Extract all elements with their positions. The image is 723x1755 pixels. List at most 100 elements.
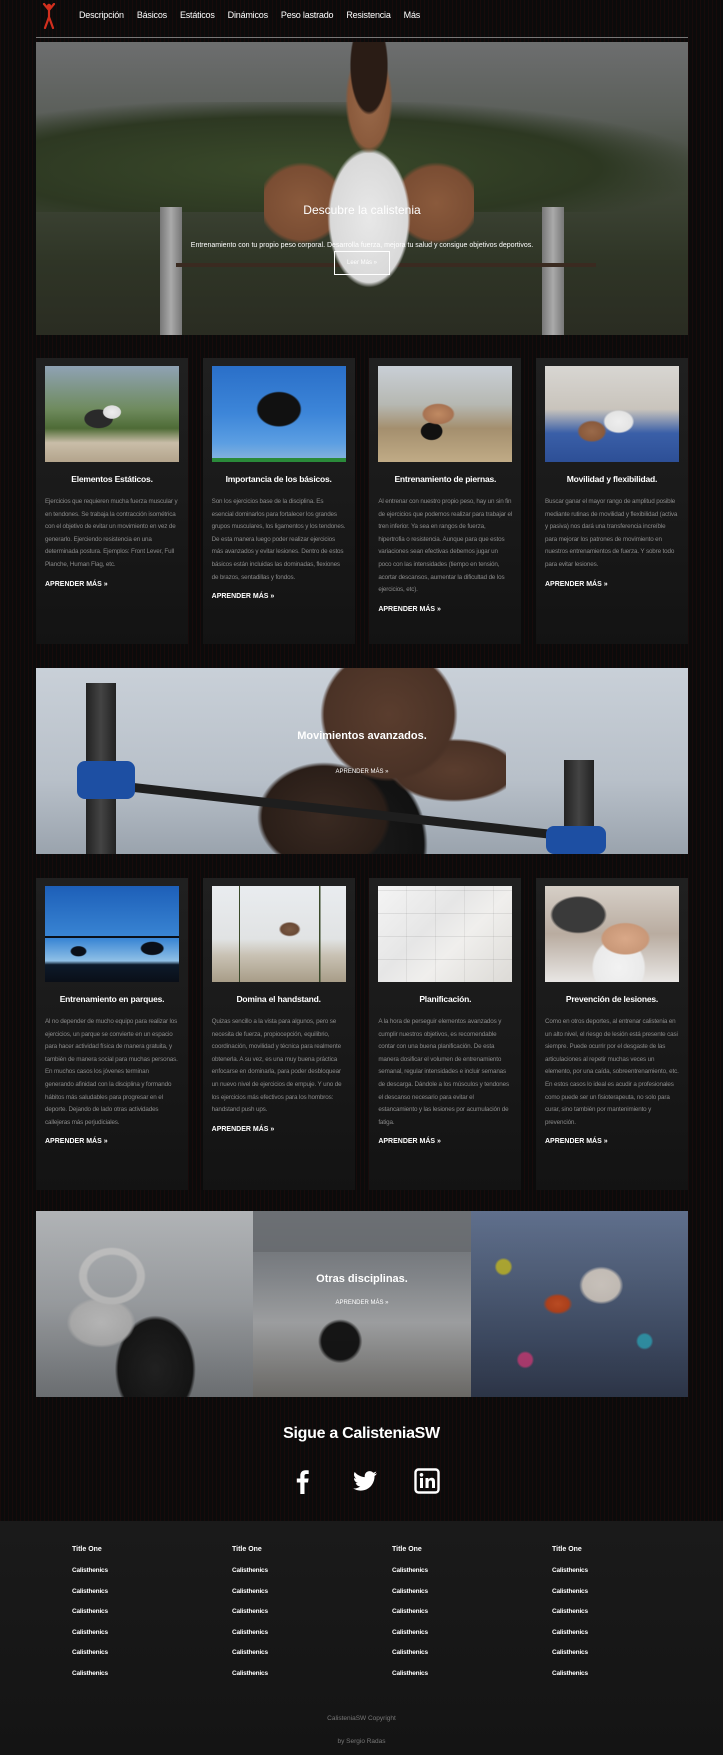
card-movilidad-flexibilidad: Movilidad y flexibilidad. Buscar ganar e…: [535, 358, 688, 644]
card-entrenamiento-piernas: Entrenamiento de piernas. Al entrenar co…: [369, 358, 522, 644]
footer-link[interactable]: Calisthenics: [552, 1670, 712, 1691]
hero-banner: Descubre la calistenia Entrenamiento con…: [36, 42, 688, 335]
card-text: Ejercicios que requieren mucha fuerza mu…: [45, 498, 178, 568]
footer: Title One Calisthenics Calisthenics Cali…: [0, 1521, 723, 1755]
other-disciplines-banner: Otras disciplinas. APRENDER MÁS »: [36, 1211, 688, 1397]
nav-item-peso-lastrado[interactable]: Peso lastrado: [281, 10, 334, 20]
card-image-injuries: [544, 886, 679, 982]
card-image-planning: [378, 886, 513, 982]
footer-link[interactable]: Calisthenics: [232, 1588, 392, 1609]
logo-icon[interactable]: [41, 3, 57, 29]
card-learn-more-link[interactable]: APRENDER MÁS »: [378, 606, 512, 613]
footer-author: by Sergio Radas: [337, 1738, 386, 1745]
footer-link[interactable]: Calisthenics: [392, 1608, 552, 1629]
footer-column-title: Title One: [552, 1546, 582, 1553]
linkedin-icon[interactable]: [414, 1468, 440, 1494]
footer-link[interactable]: Calisthenics: [392, 1588, 552, 1609]
banner-clamp-right: [546, 826, 606, 854]
footer-link[interactable]: Calisthenics: [552, 1608, 712, 1629]
footer-column: Title One Calisthenics Calisthenics Cali…: [392, 1546, 552, 1691]
hero-bar-post-left: [160, 207, 182, 335]
card-title: Importancia de los básicos.: [225, 474, 332, 484]
nav-item-basicos[interactable]: Básicos: [137, 10, 167, 20]
advanced-movements-button[interactable]: APRENDER MÁS »: [332, 764, 392, 780]
footer-link[interactable]: Calisthenics: [552, 1629, 712, 1650]
nav-item-dinamicos[interactable]: Dinámicos: [228, 10, 268, 20]
cards-row-1: Elementos Estáticos. Ejercicios que requ…: [36, 358, 688, 644]
footer-link[interactable]: Calisthenics: [232, 1670, 392, 1691]
footer-link[interactable]: Calisthenics: [232, 1608, 392, 1629]
card-image-mobility: [544, 366, 679, 462]
footer-link[interactable]: Calisthenics: [232, 1649, 392, 1670]
card-text: Buscar ganar el mayor rango de amplitud …: [544, 498, 678, 568]
top-nav: Descripción Básicos Estáticos Dinámicos …: [0, 0, 723, 34]
footer-column-title: Title One: [232, 1546, 262, 1553]
footer-link[interactable]: Calisthenics: [552, 1588, 712, 1609]
card-title: Movilidad y flexibilidad.: [566, 474, 658, 484]
card-title: Prevención de lesiones.: [565, 994, 659, 1004]
hero-read-more-button[interactable]: Leer Más »: [334, 251, 390, 275]
banner-clamp-left: [77, 761, 135, 799]
footer-link[interactable]: Calisthenics: [392, 1670, 552, 1691]
cards-row-2: Entrenamiento en parques. Al no depender…: [36, 878, 688, 1190]
facebook-icon[interactable]: [290, 1468, 316, 1494]
card-text: Como en otros deportes, al entrenar cali…: [544, 1018, 679, 1126]
footer-column: Title One Calisthenics Calisthenics Cali…: [232, 1546, 392, 1691]
footer-column-title: Title One: [392, 1546, 422, 1553]
card-learn-more-link[interactable]: APRENDER MÁS »: [545, 1138, 679, 1145]
nav-item-estaticos[interactable]: Estáticos: [180, 10, 215, 20]
social-icons: [290, 1466, 440, 1496]
footer-link[interactable]: Calisthenics: [552, 1649, 712, 1670]
card-learn-more-link[interactable]: APRENDER MÁS »: [45, 581, 179, 588]
footer-link[interactable]: Calisthenics: [72, 1670, 232, 1691]
other-disciplines-button[interactable]: APRENDER MÁS »: [332, 1295, 392, 1311]
footer-link[interactable]: Calisthenics: [392, 1649, 552, 1670]
card-image-basics: [211, 366, 346, 462]
footer-link[interactable]: Calisthenics: [72, 1608, 232, 1629]
footer-column-title: Title One: [72, 1546, 102, 1553]
hero-subtitle: Entrenamiento con tu propio peso corpora…: [190, 242, 534, 249]
card-text: Al entrenar con nuestro propio peso, hay…: [378, 498, 513, 594]
card-learn-more-link[interactable]: APRENDER MÁS »: [545, 581, 679, 588]
nav-item-resistencia[interactable]: Resistencia: [346, 10, 391, 20]
nav-item-descripcion[interactable]: Descripción: [79, 10, 124, 20]
hero-bar-post-right: [542, 207, 564, 335]
card-image-parks: [45, 886, 179, 982]
card-learn-more-link[interactable]: APRENDER MÁS »: [45, 1138, 179, 1145]
footer-columns: Title One Calisthenics Calisthenics Cali…: [72, 1546, 712, 1691]
twitter-icon[interactable]: [352, 1468, 378, 1494]
card-image-statics: [45, 366, 179, 462]
footer-copyright: CalisteniaSW Copyright: [327, 1715, 396, 1722]
card-text: Al no depender de mucho equipo para real…: [45, 1018, 178, 1126]
card-planificacion: Planificación. A la hora de perseguir el…: [369, 878, 522, 1190]
card-title: Entrenamiento de piernas.: [394, 474, 497, 484]
hero-athlete-image: [264, 42, 474, 335]
footer-link[interactable]: Calisthenics: [72, 1588, 232, 1609]
footer-column: Title One Calisthenics Calisthenics Cali…: [72, 1546, 232, 1691]
card-title: Domina el handstand.: [236, 994, 321, 1004]
card-entrenamiento-parques: Entrenamiento en parques. Al no depender…: [36, 878, 188, 1190]
card-elementos-estaticos: Elementos Estáticos. Ejercicios que requ…: [36, 358, 188, 644]
footer-link[interactable]: Calisthenics: [232, 1567, 392, 1588]
card-title: Elementos Estáticos.: [71, 474, 153, 484]
card-text: A la hora de perseguir elementos avanzad…: [378, 1018, 509, 1126]
card-learn-more-link[interactable]: APRENDER MÁS »: [212, 593, 346, 600]
footer-link[interactable]: Calisthenics: [72, 1567, 232, 1588]
footer-link[interactable]: Calisthenics: [392, 1629, 552, 1650]
card-learn-more-link[interactable]: APRENDER MÁS »: [212, 1126, 346, 1133]
card-image-handstand: [211, 886, 346, 982]
footer-column: Title One Calisthenics Calisthenics Cali…: [552, 1546, 712, 1691]
card-image-legs: [378, 366, 513, 462]
footer-link[interactable]: Calisthenics: [552, 1567, 712, 1588]
nav-menu: Descripción Básicos Estáticos Dinámicos …: [79, 10, 433, 20]
footer-link[interactable]: Calisthenics: [72, 1649, 232, 1670]
footer-link[interactable]: Calisthenics: [392, 1567, 552, 1588]
advanced-movements-title: Movimientos avanzados.: [297, 730, 427, 742]
card-title: Planificación.: [419, 994, 472, 1004]
footer-link[interactable]: Calisthenics: [232, 1629, 392, 1650]
card-domina-handstand: Domina el handstand. Quizas sencillo a l…: [202, 878, 355, 1190]
card-learn-more-link[interactable]: APRENDER MÁS »: [378, 1138, 512, 1145]
card-text: Quizas sencillo a la vista para algunos,…: [211, 1018, 342, 1114]
nav-item-mas[interactable]: Más: [404, 10, 421, 20]
footer-link[interactable]: Calisthenics: [72, 1629, 232, 1650]
